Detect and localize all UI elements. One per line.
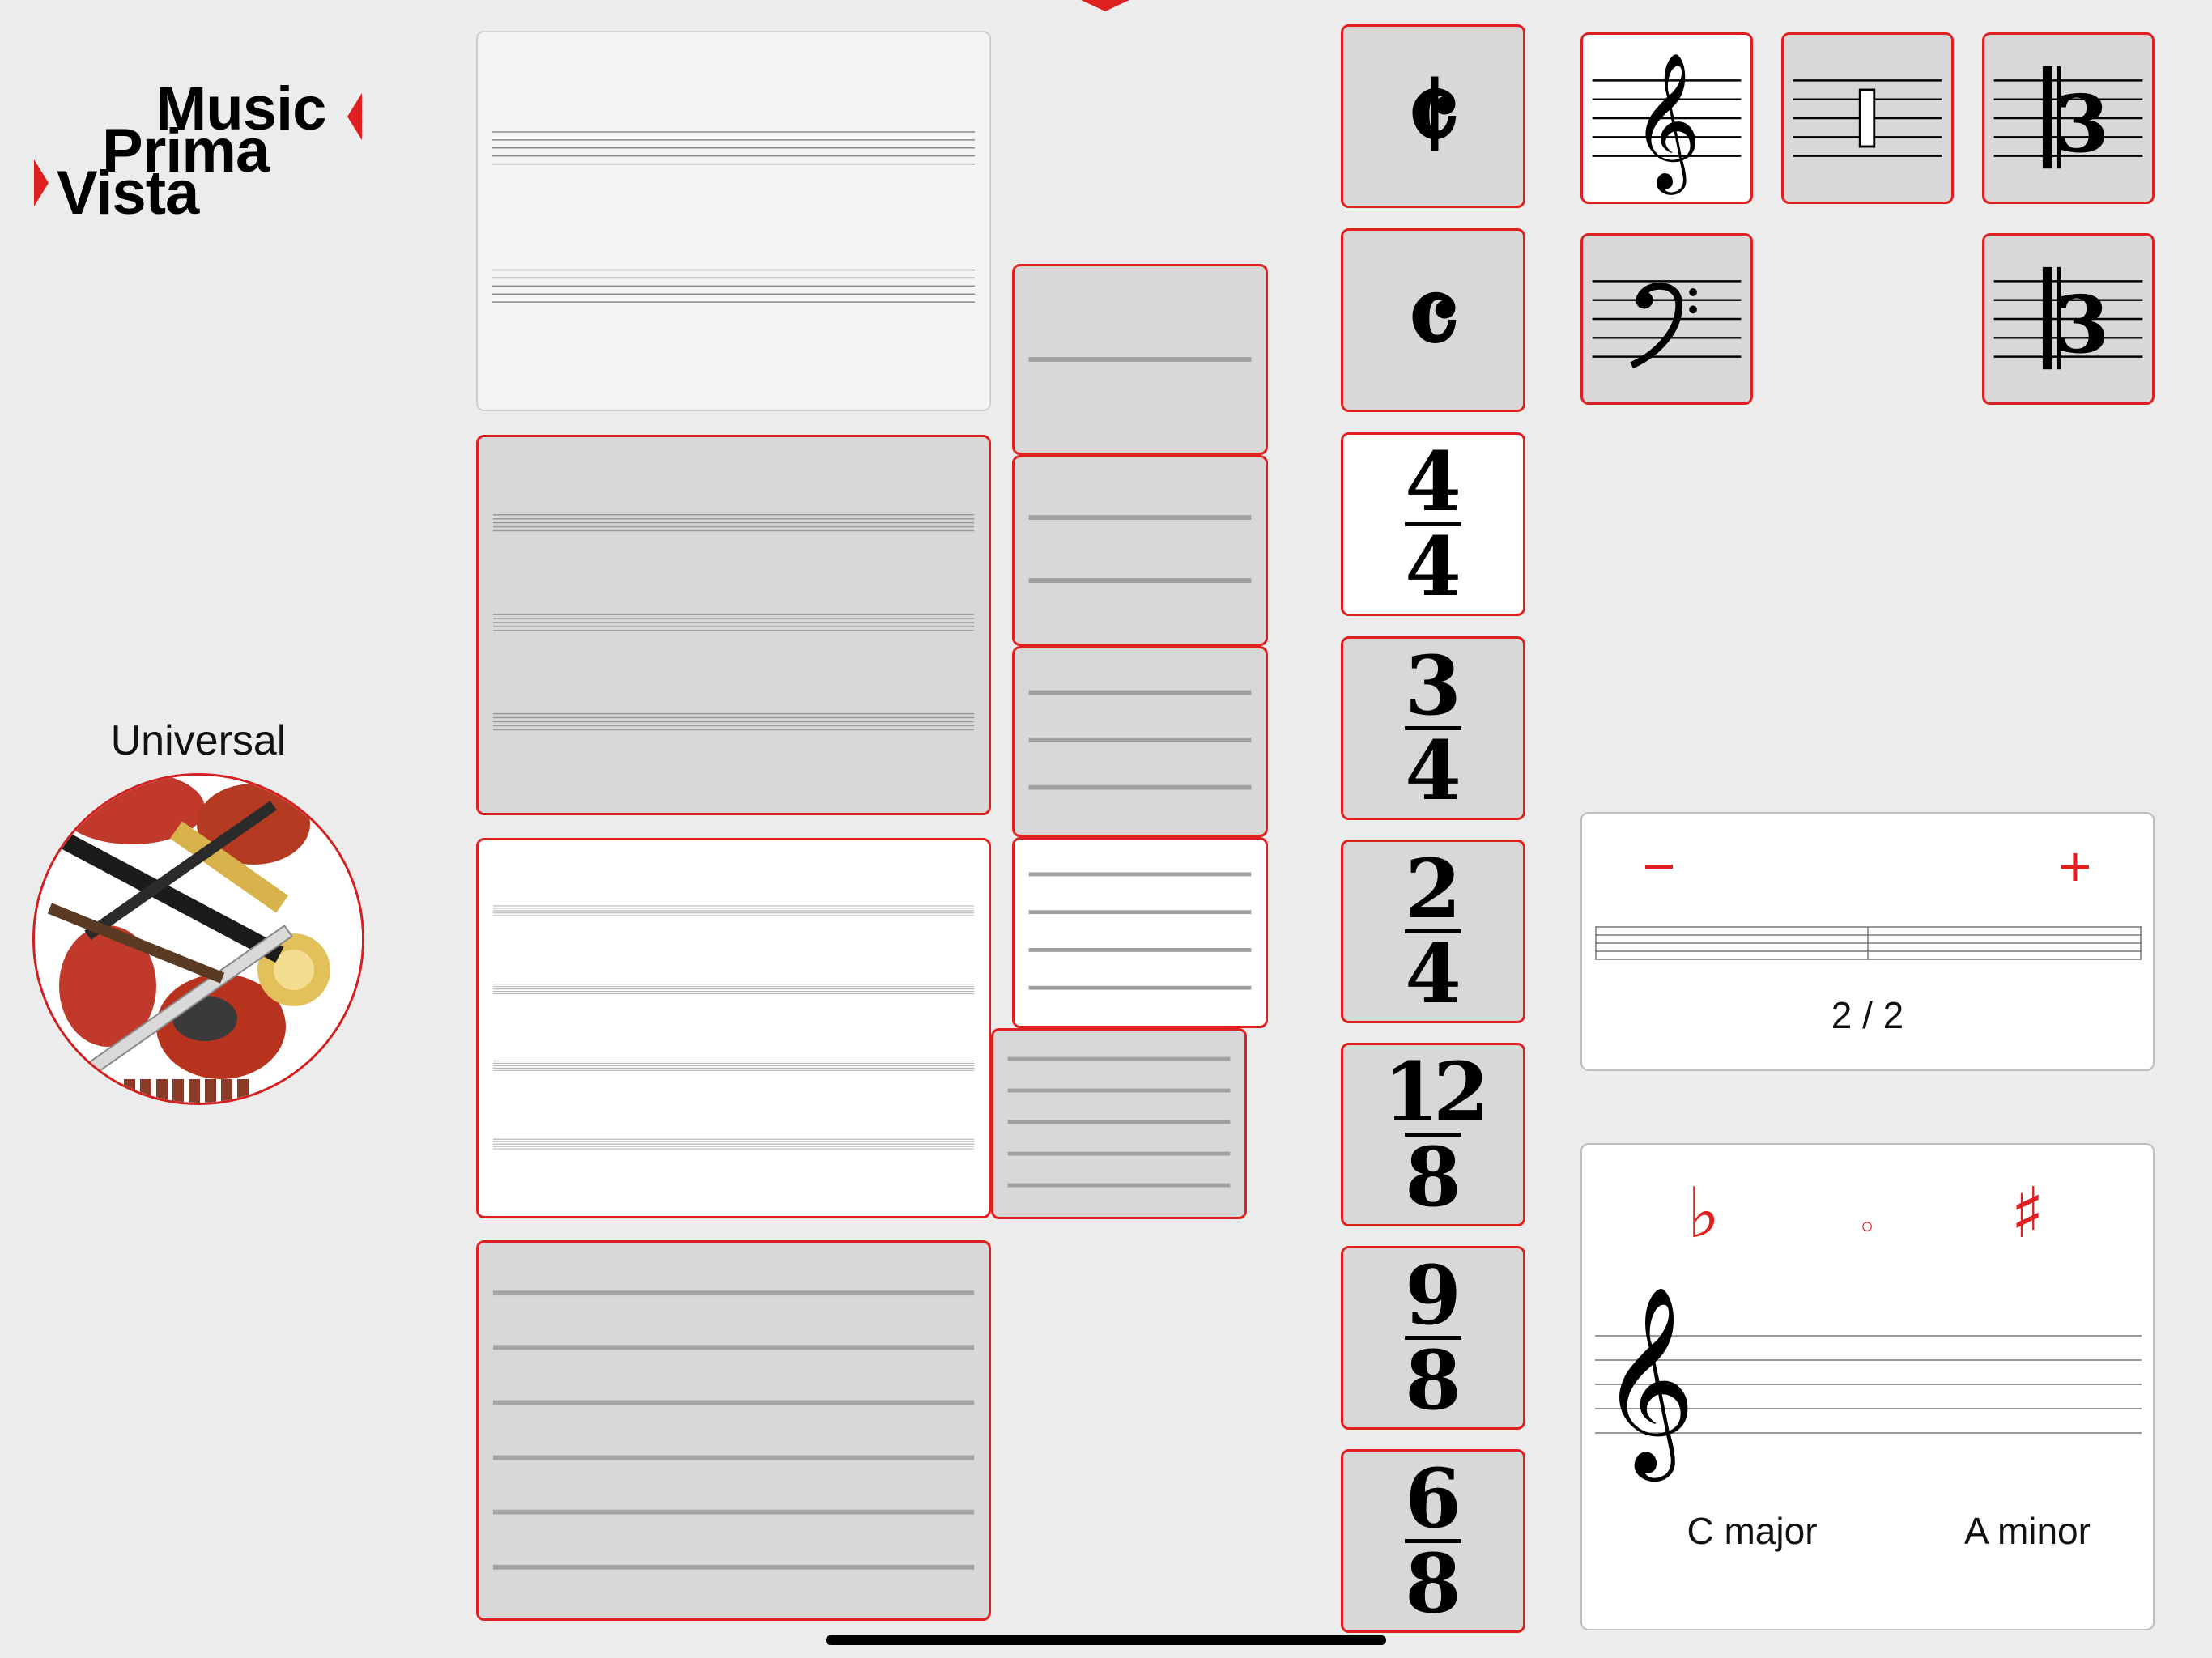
app-logo: Music Prima Vista — [24, 69, 372, 227]
time-signature-6-8[interactable]: 6 8 — [1341, 1449, 1525, 1633]
logo-marker-left-icon — [34, 159, 49, 206]
time-signature-9-8[interactable]: 9 8 — [1341, 1246, 1525, 1430]
natural-button[interactable]: ◦ — [1843, 1200, 1891, 1256]
time-signature-common-time[interactable]: 𝄴 — [1341, 228, 1525, 412]
flat-button[interactable]: ♭ — [1679, 1179, 1728, 1248]
time-signature-top: 6 — [1405, 1451, 1461, 1546]
treble-clef-icon: 𝄞 — [1600, 1285, 1696, 1473]
top-drag-marker — [1081, 0, 1129, 11]
logo-marker-right-icon — [347, 93, 362, 140]
time-signature-top: 2 — [1405, 841, 1461, 937]
instruments-collage-icon — [35, 776, 362, 1103]
key-major-label: C major — [1687, 1510, 1818, 1552]
svg-text:𝄞: 𝄞 — [1631, 52, 1701, 194]
percussion-clef-icon — [1793, 79, 1942, 157]
line-count-two[interactable] — [1012, 455, 1268, 646]
clef-treble[interactable]: 𝄞 — [1580, 32, 1753, 204]
four-system-lines — [492, 905, 975, 1150]
line-count-five[interactable] — [991, 1028, 1247, 1219]
five-line-staff — [1007, 1056, 1231, 1188]
time-signature-4-4[interactable]: 4 4 — [1341, 432, 1525, 616]
measures-staff-preview — [1595, 926, 2142, 960]
clef-bass[interactable] — [1580, 233, 1753, 405]
treble-clef-icon: 𝄞 — [1592, 52, 1742, 194]
measures-minus-button[interactable]: − — [1631, 838, 1687, 895]
key-signature-panel: ♭ ◦ ♯ 𝄞 C major A minor — [1580, 1143, 2155, 1630]
time-signature-2-4[interactable]: 2 4 — [1341, 840, 1525, 1023]
cut-time-icon: 𝄵 — [1406, 45, 1461, 188]
one-line-staff — [1028, 357, 1252, 362]
measures-count-value: 2 / 2 — [1831, 994, 1904, 1036]
clef-tenor[interactable]: 3 — [1982, 233, 2155, 405]
common-time-icon: 𝄴 — [1406, 249, 1461, 392]
time-signature-12-8[interactable]: 12 8 — [1341, 1043, 1525, 1226]
time-signature-top: 9 — [1405, 1248, 1461, 1343]
time-signature-3-4[interactable]: 3 4 — [1341, 636, 1525, 820]
time-signature-top: 12 — [1383, 1044, 1489, 1140]
time-signature-bottom: 8 — [1405, 1333, 1461, 1428]
clef-percussion[interactable] — [1781, 32, 1954, 204]
time-signature-cut-time[interactable]: 𝄵 — [1341, 24, 1525, 208]
staff-layout-three-systems[interactable] — [476, 435, 991, 815]
time-signature-bottom: 4 — [1405, 723, 1461, 818]
staff-layout-six-lines[interactable] — [476, 1240, 991, 1621]
time-signature-bottom: 8 — [1405, 1129, 1461, 1225]
line-count-three[interactable] — [1012, 646, 1268, 837]
time-signature-top: 4 — [1405, 434, 1461, 529]
sharp-button[interactable]: ♯ — [2003, 1179, 2052, 1248]
time-signature-bottom: 4 — [1405, 519, 1461, 614]
home-indicator[interactable] — [826, 1635, 1386, 1645]
bass-clef-icon — [1592, 280, 1742, 369]
measures-panel: − + 2 / 2 — [1580, 812, 2155, 1071]
clef-alto[interactable]: 3 — [1982, 32, 2155, 204]
logo-word-vista: Vista — [57, 159, 199, 227]
instrument-label: Universal — [110, 717, 287, 764]
three-line-staff — [1028, 690, 1252, 790]
time-signature-bottom: 8 — [1405, 1536, 1461, 1631]
svg-text:3: 3 — [2055, 78, 2110, 170]
line-count-one[interactable] — [1012, 264, 1268, 455]
key-minor-label: A minor — [1964, 1510, 2091, 1552]
two-line-staff — [1028, 515, 1252, 583]
grand-staff-lines — [491, 131, 976, 303]
time-signature-top: 3 — [1405, 638, 1461, 733]
svg-text:3: 3 — [2055, 278, 2110, 371]
measures-plus-button[interactable]: + — [2047, 838, 2104, 895]
staff-layout-grand-staff[interactable] — [476, 31, 991, 411]
time-signature-bottom: 4 — [1405, 926, 1461, 1022]
instrument-picker-button[interactable] — [32, 773, 364, 1105]
staff-layout-four-systems[interactable] — [476, 838, 991, 1218]
line-count-four[interactable] — [1012, 837, 1268, 1028]
three-system-lines — [492, 514, 975, 731]
four-line-staff — [1028, 872, 1252, 990]
six-line-staff — [492, 1290, 975, 1570]
tenor-clef-icon: 3 — [1993, 266, 2143, 371]
alto-clef-icon: 3 — [1993, 66, 2143, 170]
